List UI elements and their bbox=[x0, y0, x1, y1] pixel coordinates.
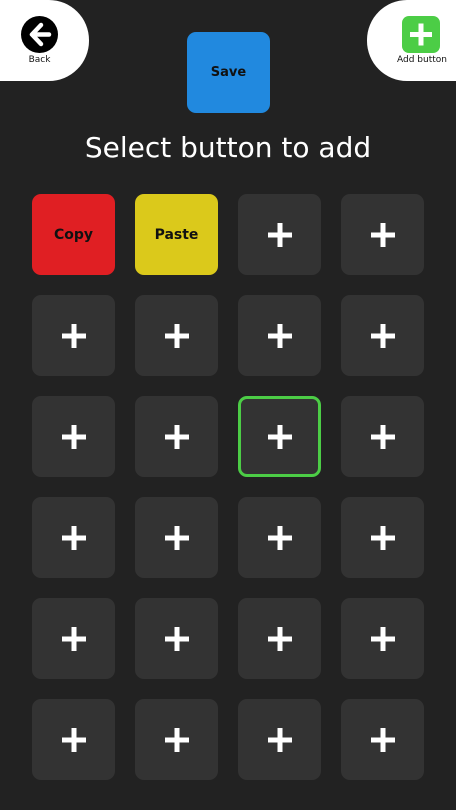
empty-slot-button[interactable] bbox=[238, 194, 321, 275]
plus-icon bbox=[370, 424, 395, 449]
plus-icon bbox=[164, 323, 189, 348]
button-config-screen: Back Save Add button Select button to ad… bbox=[0, 0, 456, 810]
empty-slot-button[interactable] bbox=[135, 598, 218, 679]
plus-icon bbox=[164, 525, 189, 550]
button-slot-grid: Copy Paste bbox=[32, 194, 424, 780]
empty-slot-button[interactable] bbox=[238, 699, 321, 780]
empty-slot-button[interactable] bbox=[238, 497, 321, 578]
plus-icon bbox=[61, 424, 86, 449]
empty-slot-button[interactable] bbox=[238, 396, 321, 477]
plus-icon bbox=[370, 323, 395, 348]
empty-slot-button[interactable] bbox=[341, 396, 424, 477]
empty-slot-button[interactable] bbox=[341, 295, 424, 376]
empty-slot-button[interactable] bbox=[341, 194, 424, 275]
empty-slot-button[interactable] bbox=[32, 699, 115, 780]
plus-icon bbox=[164, 424, 189, 449]
page-title: Select button to add bbox=[84, 131, 372, 164]
plus-icon bbox=[370, 525, 395, 550]
slot-paste-button[interactable]: Paste bbox=[135, 194, 218, 275]
plus-icon bbox=[61, 626, 86, 651]
plus-icon bbox=[267, 525, 292, 550]
empty-slot-button[interactable] bbox=[341, 699, 424, 780]
empty-slot-button[interactable] bbox=[32, 598, 115, 679]
empty-slot-button[interactable] bbox=[341, 497, 424, 578]
add-button[interactable]: Add button bbox=[367, 0, 456, 81]
plus-icon bbox=[267, 323, 292, 348]
save-button[interactable]: Save bbox=[187, 32, 270, 113]
plus-icon bbox=[267, 727, 292, 752]
back-label: Back bbox=[28, 55, 51, 65]
back-arrow-icon bbox=[21, 16, 58, 53]
plus-icon bbox=[370, 222, 395, 247]
empty-slot-button[interactable] bbox=[238, 598, 321, 679]
back-button[interactable]: Back bbox=[0, 0, 89, 81]
plus-icon bbox=[61, 525, 86, 550]
plus-icon bbox=[267, 424, 292, 449]
empty-slot-button[interactable] bbox=[32, 497, 115, 578]
plus-icon bbox=[61, 727, 86, 752]
empty-slot-button[interactable] bbox=[32, 295, 115, 376]
plus-icon bbox=[370, 727, 395, 752]
empty-slot-button[interactable] bbox=[32, 396, 115, 477]
plus-icon bbox=[164, 727, 189, 752]
empty-slot-button[interactable] bbox=[238, 295, 321, 376]
empty-slot-button[interactable] bbox=[341, 598, 424, 679]
add-plus-icon bbox=[402, 16, 440, 53]
plus-icon bbox=[164, 626, 189, 651]
plus-icon bbox=[61, 323, 86, 348]
plus-icon bbox=[267, 222, 292, 247]
empty-slot-button[interactable] bbox=[135, 699, 218, 780]
plus-icon bbox=[267, 626, 292, 651]
add-button-label: Add button bbox=[397, 55, 447, 65]
empty-slot-button[interactable] bbox=[135, 497, 218, 578]
empty-slot-button[interactable] bbox=[135, 396, 218, 477]
plus-icon bbox=[370, 626, 395, 651]
empty-slot-button[interactable] bbox=[135, 295, 218, 376]
slot-copy-button[interactable]: Copy bbox=[32, 194, 115, 275]
